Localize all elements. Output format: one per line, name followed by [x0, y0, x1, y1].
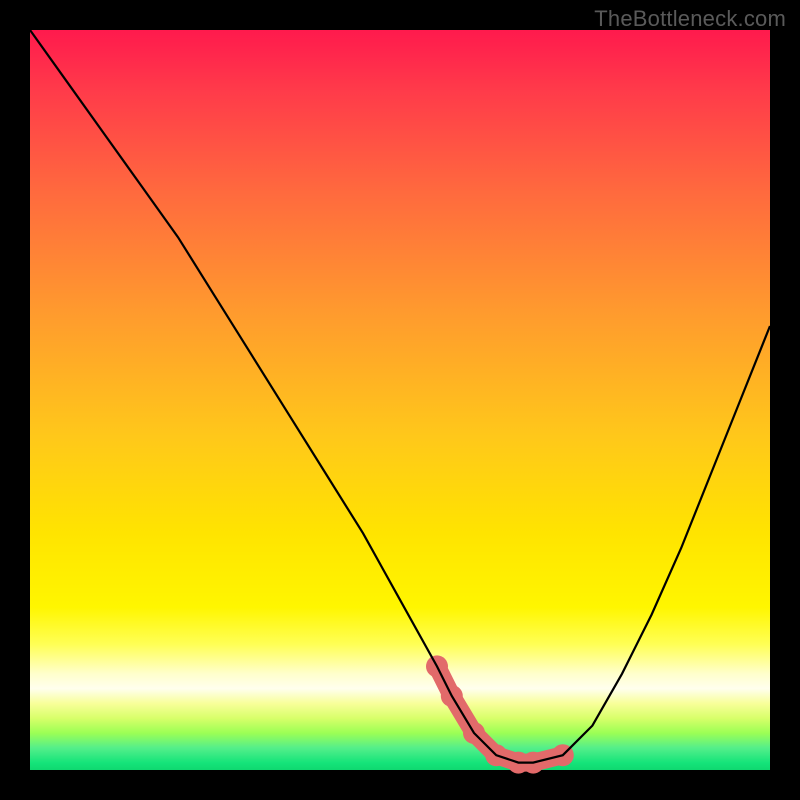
curve-svg [30, 30, 770, 770]
watermark-text: TheBottleneck.com [594, 6, 786, 32]
bottleneck-curve [30, 30, 770, 763]
chart-frame: TheBottleneck.com [0, 0, 800, 800]
plot-area [30, 30, 770, 770]
